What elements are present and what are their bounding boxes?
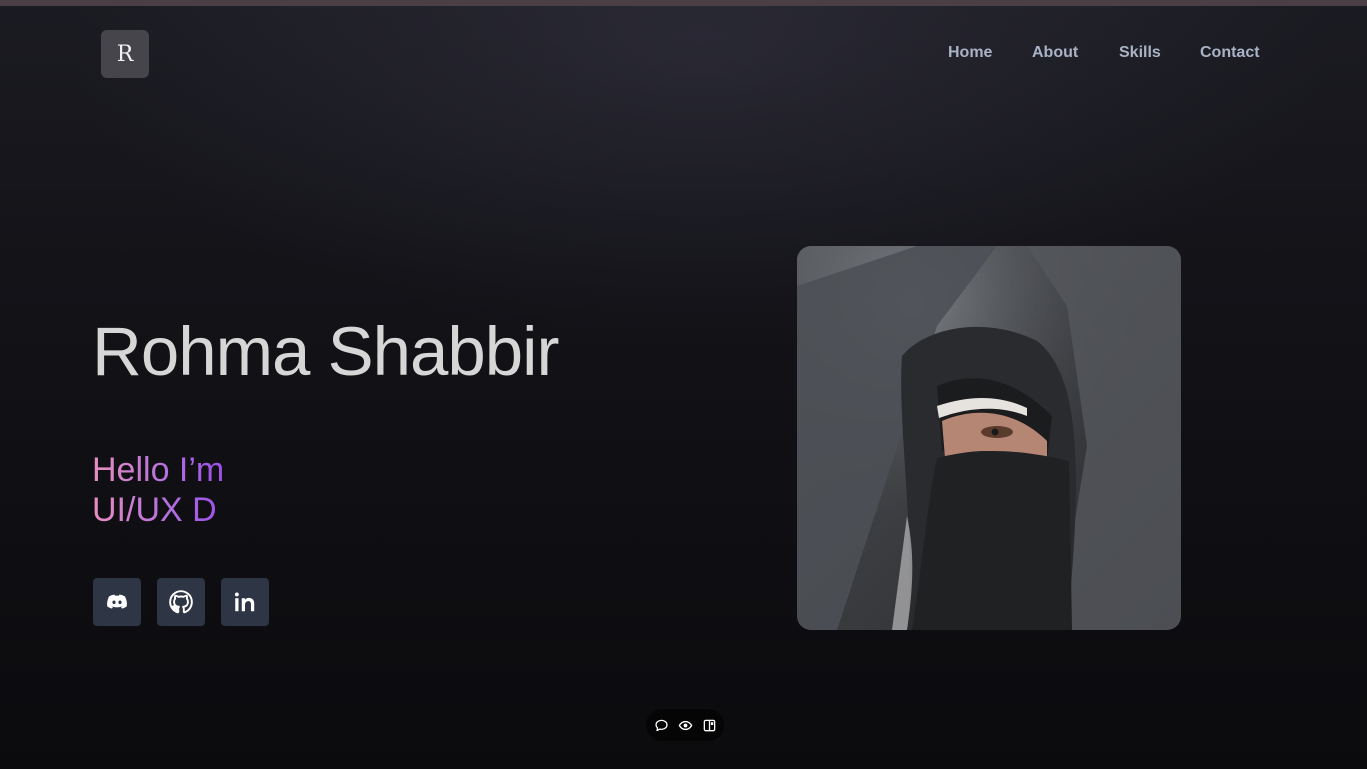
top-accent-bar [0, 0, 1367, 6]
linkedin-icon [234, 592, 255, 612]
eye-icon [678, 720, 692, 730]
greeting-line-2: UI/UX D [92, 491, 217, 529]
nav-skills[interactable]: Skills [1119, 44, 1161, 62]
panel-icon [703, 719, 715, 731]
linkedin-button[interactable] [221, 578, 269, 626]
github-button[interactable] [157, 578, 205, 626]
discord-icon [107, 594, 127, 609]
main-nav: Home About Skills Contact [0, 44, 1367, 64]
hero-greeting: Hello I’m UI/UX D [92, 450, 224, 530]
github-icon [169, 590, 193, 614]
discord-button[interactable] [93, 578, 141, 626]
greeting-line-1: Hello I’m [92, 451, 225, 489]
profile-photo [797, 246, 1181, 630]
chat-icon [654, 719, 668, 731]
chat-button[interactable] [652, 716, 670, 734]
nav-about[interactable]: About [1032, 44, 1078, 62]
hero-name: Rohma Shabbir [92, 313, 559, 390]
nav-home[interactable]: Home [948, 44, 992, 62]
view-button[interactable] [676, 716, 694, 734]
nav-contact[interactable]: Contact [1200, 44, 1260, 62]
floating-dock [646, 709, 724, 741]
panel-button[interactable] [700, 716, 718, 734]
